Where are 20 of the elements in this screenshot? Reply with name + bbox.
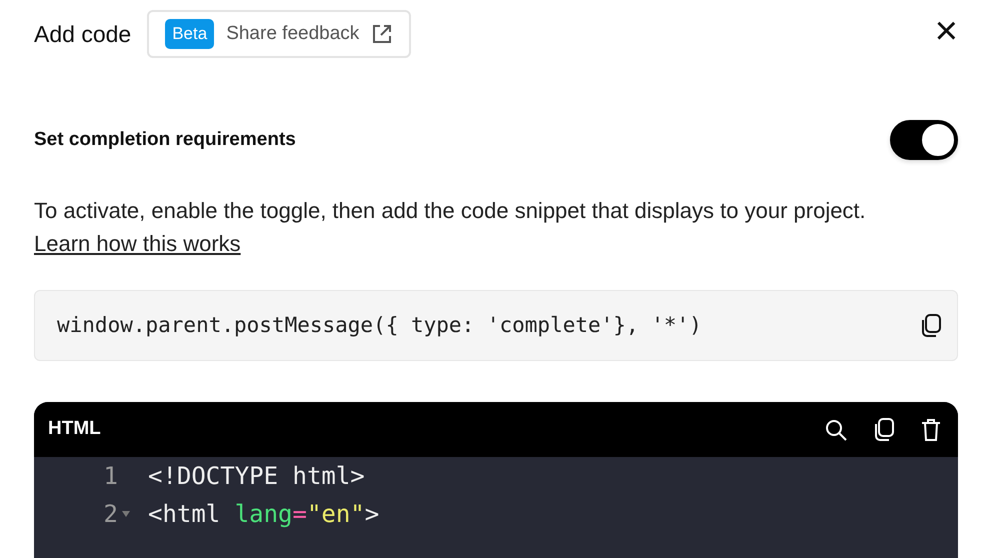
description-text: To activate, enable the toggle, then add the code snippet that displays to your project. Learn how this works: [34, 197, 867, 258]
requirement-label: Set completion requirements: [34, 128, 296, 152]
code-line: <!DOCTYPE html>: [148, 461, 365, 492]
delete-button[interactable]: [920, 418, 942, 442]
learn-link[interactable]: Learn how this works: [34, 231, 241, 256]
completion-toggle[interactable]: [890, 120, 958, 160]
dialog-title: Add code: [34, 20, 132, 49]
copy-button[interactable]: [872, 416, 896, 442]
copy-button[interactable]: [919, 312, 943, 338]
search-button[interactable]: [824, 418, 848, 442]
code-line: <html lang="en">: [148, 499, 380, 530]
line-number: 2: [102, 499, 118, 530]
fold-caret-icon[interactable]: [122, 510, 130, 517]
editor-language: HTML: [48, 417, 101, 442]
share-feedback-button[interactable]: Beta Share feedback: [147, 10, 412, 58]
snippet-code: window.parent.postMessage({ type: 'complete'}, '*'): [57, 312, 702, 339]
external-link-icon: [371, 23, 394, 45]
line-number: 1: [102, 461, 118, 492]
close-button[interactable]: ×: [934, 11, 958, 51]
beta-badge: Beta: [165, 19, 214, 49]
